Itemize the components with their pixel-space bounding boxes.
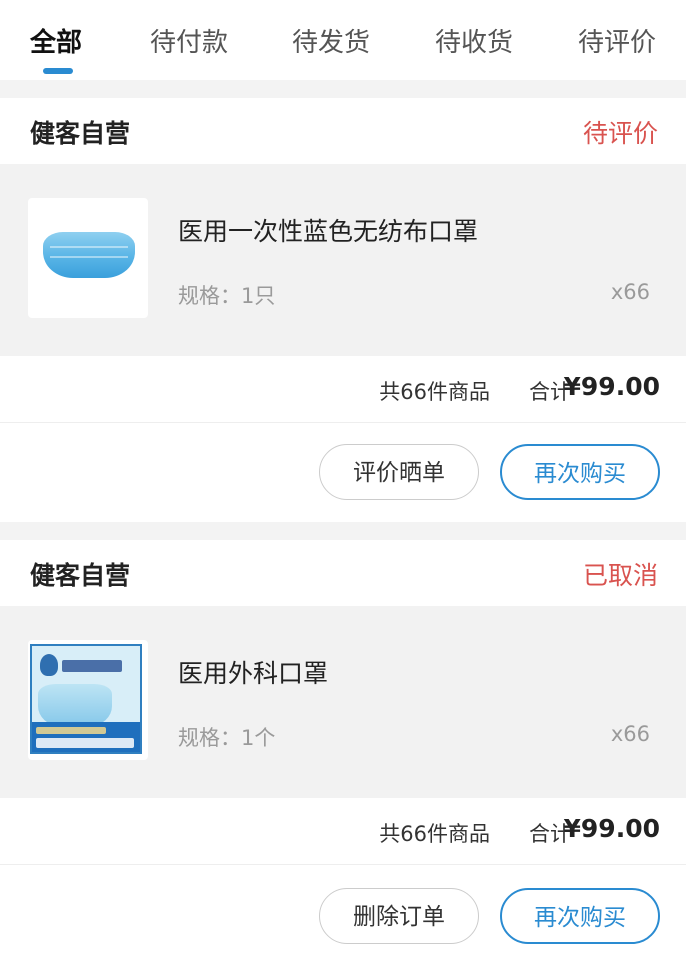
total-amount: ¥99.00	[563, 372, 660, 401]
order-card: 健客自营 已取消 医用外科口罩 规格：1个 x66 共66件商品 合计 ¥99.…	[0, 540, 686, 969]
package-band-text	[36, 738, 134, 748]
total-amount: ¥99.00	[563, 814, 660, 843]
tab-all[interactable]: 全部	[30, 22, 82, 59]
mask-package-icon	[30, 644, 142, 754]
item-count: 共66件商品	[379, 822, 490, 846]
tab-pending-receipt[interactable]: 待收货	[435, 22, 513, 59]
tab-pending-shipment[interactable]: 待发货	[292, 22, 370, 59]
store-name[interactable]: 健客自营	[30, 114, 130, 150]
product-name[interactable]: 医用外科口罩	[178, 654, 328, 690]
order-status: 待评价	[582, 119, 658, 148]
mask-fold-line	[50, 246, 128, 248]
product-image[interactable]	[28, 198, 148, 318]
product-name[interactable]: 医用一次性蓝色无纺布口罩	[178, 212, 478, 248]
brand-logo-icon	[40, 654, 58, 676]
active-tab-indicator	[43, 68, 73, 74]
order-card: 健客自营 待评价 医用一次性蓝色无纺布口罩 规格：1只 x66 共66件商品 合…	[0, 98, 686, 522]
surgical-mask-icon	[38, 684, 112, 726]
order-status: 已取消	[582, 561, 658, 590]
product-quantity: x66	[610, 280, 650, 304]
tab-pending-review[interactable]: 待评价	[578, 22, 656, 59]
blue-mask-icon	[43, 232, 135, 278]
mask-fold-line	[50, 256, 128, 258]
product-image[interactable]	[28, 640, 148, 760]
package-band-text	[36, 727, 106, 734]
item-count: 共66件商品	[379, 380, 490, 404]
order-summary: 共66件商品 合计 ¥99.00	[0, 356, 686, 423]
buy-again-button[interactable]: 再次购买	[500, 444, 660, 500]
review-button[interactable]: 评价晒单	[319, 444, 479, 500]
delete-order-button[interactable]: 删除订单	[319, 888, 479, 944]
tab-pending-payment[interactable]: 待付款	[150, 22, 228, 59]
order-tabs: 全部 待付款 待发货 待收货 待评价	[0, 0, 686, 80]
package-title-mark	[62, 660, 122, 672]
buy-again-button[interactable]: 再次购买	[500, 888, 660, 944]
order-summary: 共66件商品 合计 ¥99.00	[0, 798, 686, 865]
product-quantity: x66	[610, 722, 650, 746]
product-spec: 规格：1只	[178, 284, 276, 308]
product-spec: 规格：1个	[178, 726, 276, 750]
product-row[interactable]: 医用外科口罩 规格：1个 x66	[0, 606, 686, 798]
package-band	[32, 722, 140, 752]
order-header: 健客自营 待评价	[0, 98, 686, 164]
product-row[interactable]: 医用一次性蓝色无纺布口罩 规格：1只 x66	[0, 164, 686, 356]
order-header: 健客自营 已取消	[0, 540, 686, 606]
store-name[interactable]: 健客自营	[30, 556, 130, 592]
